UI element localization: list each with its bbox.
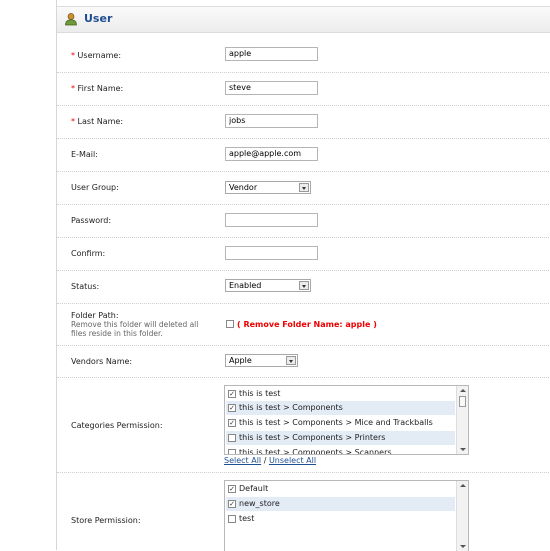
chevron-down-icon[interactable] (299, 183, 309, 192)
list-item-label: test (239, 514, 255, 523)
list-item-label: this is test > Components (239, 403, 343, 412)
list-item[interactable]: ✓ this is test (226, 387, 455, 401)
checkbox-checked[interactable]: ✓ (228, 500, 236, 508)
checkbox-checked[interactable]: ✓ (228, 390, 236, 398)
status-label: Status: (71, 282, 100, 291)
email-input[interactable] (225, 147, 318, 161)
confirm-label: Confirm: (71, 249, 106, 258)
list-item[interactable]: this is test > Components > Scanners (226, 446, 455, 455)
password-label: Password: (71, 216, 112, 225)
required-marker: * (71, 117, 75, 126)
checkbox-checked[interactable]: ✓ (228, 404, 236, 412)
confirm-password-input[interactable] (225, 246, 318, 260)
categories-listbox[interactable]: ✓ this is test ✓ this is test > Componen… (224, 385, 469, 455)
list-item[interactable]: test (226, 512, 455, 526)
required-marker: * (71, 51, 75, 60)
chevron-down-icon[interactable] (286, 356, 296, 365)
scroll-down-icon[interactable] (460, 545, 466, 548)
first-name-input[interactable] (225, 81, 318, 95)
last-name-row: * Last Name: (57, 105, 550, 139)
list-item[interactable]: this is test > Components > Printers (226, 431, 455, 445)
scroll-thumb[interactable] (459, 396, 466, 407)
panel-header: User (57, 6, 550, 33)
unselect-all-link[interactable]: Unselect All (269, 456, 316, 465)
vendors-name-label: Vendors Name: (71, 357, 133, 366)
list-item-label: this is test > Components > Printers (239, 433, 386, 442)
password-input[interactable] (225, 213, 318, 227)
user-group-select[interactable]: Vendor (225, 181, 311, 194)
username-label: * Username: (71, 51, 121, 60)
user-form-panel: User * Username: * First Name: * Last Na… (56, 0, 550, 551)
checkbox-unchecked[interactable] (228, 515, 236, 523)
username-label-text: Username: (77, 51, 122, 60)
status-select[interactable]: Enabled (225, 279, 311, 292)
checkbox-unchecked[interactable] (228, 449, 236, 454)
email-row: E-Mail: (57, 138, 550, 172)
list-item[interactable]: ✓ this is test > Components > Mice and T… (226, 416, 455, 430)
store-scrollbar[interactable] (456, 481, 468, 551)
checkbox-unchecked[interactable] (228, 434, 236, 442)
folder-path-hint-1: Remove this folder will deleted all (71, 320, 199, 329)
first-name-row: * First Name: (57, 72, 550, 106)
checkbox-checked[interactable]: ✓ (228, 419, 236, 427)
store-permission-row: Store Permission: ✓ Default ✓ new_store … (57, 472, 550, 551)
confirm-row: Confirm: (57, 237, 550, 271)
remove-folder-label: ( Remove Folder Name: apple ) (237, 320, 377, 329)
last-name-label-text: Last Name: (77, 117, 124, 126)
first-name-label: * First Name: (71, 84, 123, 93)
user-group-label: User Group: (71, 183, 119, 192)
folder-path-label: Folder Path: (71, 311, 119, 320)
categories-permission-label: Categories Permission: (71, 421, 163, 430)
store-listbox[interactable]: ✓ Default ✓ new_store test (224, 480, 469, 551)
status-row: Status: Enabled (57, 270, 550, 304)
user-group-value: Vendor (229, 183, 258, 192)
link-separator: / (263, 456, 267, 465)
select-links: Select All / Unselect All (224, 456, 316, 465)
scroll-down-icon[interactable] (460, 448, 466, 451)
list-item[interactable]: ✓ this is test > Components (226, 401, 455, 415)
last-name-label: * Last Name: (71, 117, 123, 126)
scroll-up-icon[interactable] (460, 484, 466, 487)
last-name-input[interactable] (225, 114, 318, 128)
categories-scrollbar[interactable] (456, 386, 468, 454)
first-name-label-text: First Name: (77, 84, 124, 93)
list-item-label: this is test (239, 389, 281, 398)
remove-folder-checkbox[interactable] (226, 320, 234, 328)
list-item[interactable]: ✓ new_store (226, 497, 455, 511)
user-group-row: User Group: Vendor (57, 171, 550, 205)
required-marker: * (71, 84, 75, 93)
password-row: Password: (57, 204, 550, 238)
list-item-label: this is test > Components > Scanners (239, 448, 392, 455)
list-item[interactable]: ✓ Default (226, 482, 455, 496)
folder-path-row: Folder Path: Remove this folder will del… (57, 303, 550, 346)
user-icon (65, 13, 77, 26)
categories-permission-row: Categories Permission: ✓ this is test ✓ … (57, 377, 550, 473)
list-item-label: this is test > Components > Mice and Tra… (239, 418, 433, 427)
username-input[interactable] (225, 47, 318, 61)
list-item-label: Default (239, 484, 269, 493)
folder-path-hint-2: files reside in this folder. (71, 329, 163, 338)
select-all-link[interactable]: Select All (224, 456, 261, 465)
list-item-label: new_store (239, 499, 280, 508)
chevron-down-icon[interactable] (299, 281, 309, 290)
vendors-name-select[interactable]: Apple (225, 354, 298, 367)
vendors-name-value: Apple (229, 356, 252, 365)
vendors-name-row: Vendors Name: Apple (57, 345, 550, 378)
scroll-up-icon[interactable] (460, 389, 466, 392)
store-permission-label: Store Permission: (71, 516, 141, 525)
checkbox-checked[interactable]: ✓ (228, 485, 236, 493)
status-value: Enabled (229, 281, 262, 290)
page-title: User (84, 12, 113, 25)
email-label: E-Mail: (71, 150, 98, 159)
username-row: * Username: (57, 39, 550, 73)
